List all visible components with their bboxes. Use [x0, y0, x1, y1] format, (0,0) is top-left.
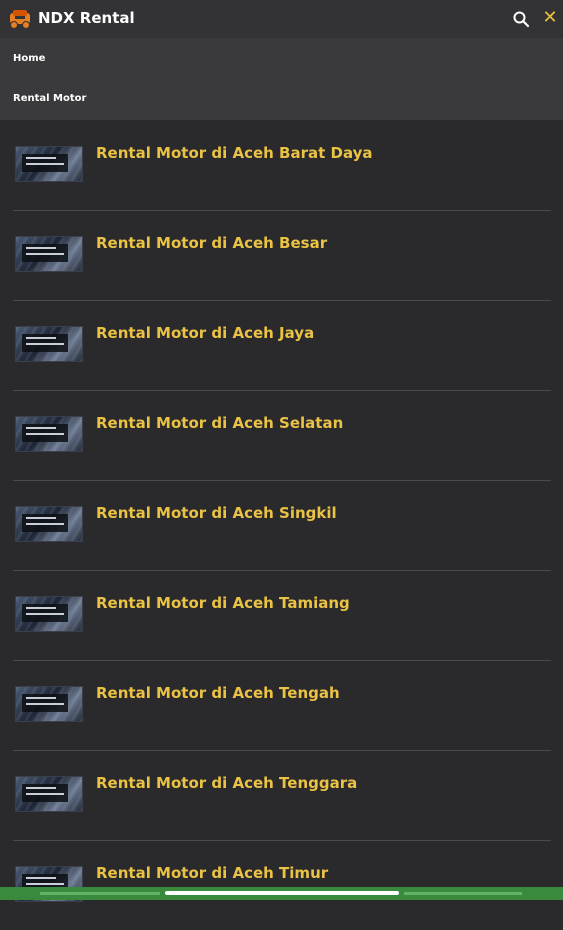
- list-item-title: Rental Motor di Aceh Singkil: [96, 504, 337, 522]
- home-indicator[interactable]: [165, 891, 399, 895]
- app-title: NDX Rental: [38, 9, 135, 27]
- list-item[interactable]: Rental Motor di Aceh Timur: [13, 840, 551, 930]
- list-item[interactable]: Rental Motor di Aceh Barat Daya: [13, 120, 551, 211]
- thumbnail-image: [15, 506, 83, 542]
- list-item-title: Rental Motor di Aceh Timur: [96, 864, 329, 882]
- list-item-title: Rental Motor di Aceh Tengah: [96, 684, 340, 702]
- list-item[interactable]: Rental Motor di Aceh Besar: [13, 210, 551, 301]
- list-item[interactable]: Rental Motor di Aceh Tenggara: [13, 750, 551, 841]
- thumbnail-image: [15, 146, 83, 182]
- list-item-title: Rental Motor di Aceh Tamiang: [96, 594, 350, 612]
- list-item-title: Rental Motor di Aceh Barat Daya: [96, 144, 373, 162]
- nav-indicator-left: [40, 892, 160, 895]
- thumbnail-image: [15, 326, 83, 362]
- thumbnail-image: [15, 416, 83, 452]
- search-icon[interactable]: [512, 10, 530, 28]
- menu-item-rental-motor[interactable]: Rental Motor: [13, 93, 86, 104]
- motorcycle-logo-icon: [10, 10, 30, 29]
- thumbnail-image: [15, 236, 83, 272]
- list-item[interactable]: Rental Motor di Aceh Singkil: [13, 480, 551, 571]
- thumbnail-image: [15, 686, 83, 722]
- list-item-title: Rental Motor di Aceh Selatan: [96, 414, 344, 432]
- close-icon[interactable]: ✕: [541, 8, 559, 28]
- list-item-title: Rental Motor di Aceh Besar: [96, 234, 328, 252]
- menu-item-home[interactable]: Home: [13, 53, 45, 64]
- list-item-title: Rental Motor di Aceh Tenggara: [96, 774, 358, 792]
- thumbnail-image: [15, 596, 83, 632]
- list-item[interactable]: Rental Motor di Aceh Tengah: [13, 660, 551, 751]
- top-app-bar: NDX Rental ✕: [0, 0, 563, 38]
- thumbnail-image: [15, 776, 83, 812]
- list-item[interactable]: Rental Motor di Aceh Jaya: [13, 300, 551, 391]
- nav-menu: Home Rental Motor: [0, 38, 563, 120]
- list-item-title: Rental Motor di Aceh Jaya: [96, 324, 315, 342]
- list-item[interactable]: Rental Motor di Aceh Selatan: [13, 390, 551, 481]
- list-item[interactable]: Rental Motor di Aceh Tamiang: [13, 570, 551, 661]
- nav-indicator-right: [404, 892, 522, 895]
